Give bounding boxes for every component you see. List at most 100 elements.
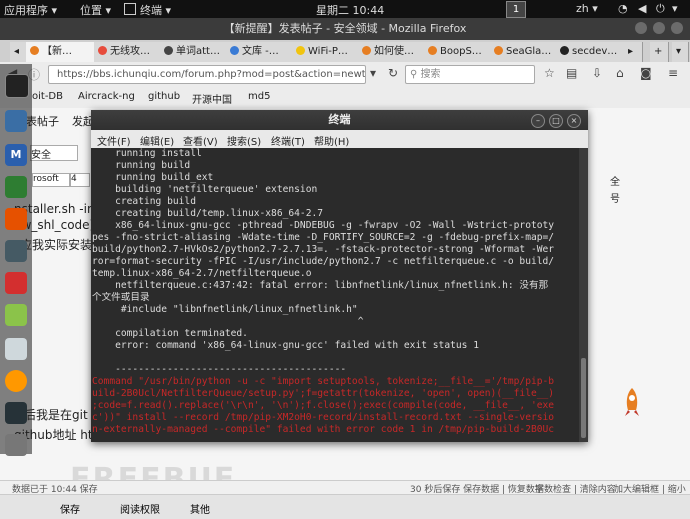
terminal-title: 终端 [91,110,588,130]
maltego-icon[interactable] [5,240,27,262]
minimize-button[interactable] [635,22,647,34]
menu-icon[interactable]: ≡ [668,66,678,80]
category-select[interactable]: 安全 [30,145,78,161]
tab-item[interactable]: SeaGla… [490,42,559,62]
right-label: 全 [610,177,620,188]
terminal-minimize-button[interactable]: – [531,114,545,128]
terminal-output[interactable]: running install running build running bu… [91,148,580,442]
bookmark-item[interactable]: oit-DB [32,91,63,102]
post-options: 保存 阅读权限 其他 [0,494,690,519]
bookmark-item[interactable]: md5 [248,91,270,102]
power-icon[interactable]: ⏻ [656,2,665,16]
armitage-icon[interactable] [5,176,27,198]
option-item[interactable]: 阅读权限 [120,501,160,516]
tab-scroll-right[interactable]: ▸ [624,42,643,62]
terminal-line: compilation terminated. [92,328,248,339]
home-icon[interactable]: ⌂ [616,66,624,80]
terminal-close-button[interactable]: × [567,114,581,128]
terminal-maximize-button[interactable]: □ [549,114,563,128]
option-item[interactable]: 保存 [60,501,80,516]
menu-search[interactable]: 搜索(S) [227,133,261,148]
reload-icon[interactable]: ↻ [388,66,398,80]
tab-item[interactable]: secdev… [556,42,627,62]
terminal-menu-bar: 文件(F) 编辑(E) 查看(V) 搜索(S) 终端(T) 帮助(H) [91,130,588,148]
terminal-line: ---------------------------------------- [92,364,347,375]
pocket-icon[interactable]: ◙ [640,66,652,80]
new-tab-button[interactable]: + [650,42,669,62]
input-method[interactable]: zh ▾ [576,2,598,15]
bookmark-item[interactable]: Aircrack-ng [78,91,135,102]
tab-item[interactable]: 【新… [26,42,97,62]
burpsuite-icon[interactable] [5,208,27,230]
github-icon [560,46,569,55]
volume-icon[interactable]: ◀ [638,2,646,15]
dropdown-chevron-icon[interactable]: ▾ [370,66,376,80]
menu-file[interactable]: 文件(F) [97,133,131,148]
terminal-window[interactable]: 终端 – □ × 文件(F) 编辑(E) 查看(V) 搜索(S) 终端(T) 帮… [91,110,588,442]
menu-view[interactable]: 查看(V) [183,133,218,148]
terminal-line: #include "libnfnetlink/linux_nfnetlink.h… [92,304,358,315]
star-icon[interactable]: ☆ [544,66,555,80]
terminal-line: temp.linux-x86_64-2.7/netfilterqueue.o [92,268,312,279]
menu-terminal[interactable]: 终端(T) [271,133,305,148]
terminal-line: running install [92,148,202,159]
terminal-line: netfilterqueue.c:437:42: fatal error: li… [92,280,549,291]
places-menu[interactable]: 位置 ▾ [80,2,111,18]
wifi-icon[interactable]: ◔ [618,2,628,15]
editor-text: 后我是在git [24,408,88,422]
editor-status-bar: 数据已于 10:44 保存 30 秒后保存 保存数据 | 恢复数据 字数检查 |… [0,480,690,495]
bookmarks-toolbar: oit-DB Aircrack-ng github 开源中国 md5 [0,86,690,109]
terminal-line: running build_ext [92,172,214,183]
maximize-button[interactable] [653,22,665,34]
pycharm-icon[interactable] [5,402,27,424]
terminal-line: running build [92,160,191,171]
site-icon [98,46,107,55]
metasploit-icon[interactable]: M [5,144,27,166]
font-size-select[interactable]: 4 [70,173,90,187]
tab-item[interactable]: 文库 -… [226,42,295,62]
right-label: 号 [610,194,620,205]
search-icon: ⚲ [410,69,421,80]
tab-item[interactable]: WiFi-P… [292,42,361,62]
tab-list-chevron-icon[interactable]: ▾ [672,42,689,62]
terminal-scrollbar[interactable] [579,148,588,442]
terminal-line: x86_64-linux-gnu-gcc -pthread -DNDEBUG -… [92,220,555,231]
tab-strip: ◂ 【新… 无线攻… 单词att… 文库 -… WiFi-P… 如何使… Boo… [0,40,690,63]
firefox-icon[interactable] [5,370,27,392]
notes-icon[interactable] [5,304,27,326]
files-icon[interactable] [5,110,27,132]
tab-item[interactable]: BoopS… [424,42,493,62]
url-bar[interactable]: https://bbs.ichunqiu.com/forum.php?mod=p… [48,65,366,84]
rocket-icon[interactable] [622,388,642,418]
download-icon[interactable]: ⇩ [592,66,602,80]
terminal-line: n-externally-managed --compile" failed w… [92,424,555,435]
terminal-line: Command "/usr/bin/python -u -c "import s… [92,376,555,387]
workspace-indicator[interactable]: 1 [506,1,526,18]
tab-item[interactable]: 如何使… [358,42,427,62]
clock[interactable]: 星期二 10:44 [316,2,384,18]
reading-list-icon[interactable]: ▤ [566,66,577,80]
menu-edit[interactable]: 编辑(E) [140,133,174,148]
terminal-icon[interactable] [5,74,29,98]
tab-item[interactable]: 无线攻… [94,42,163,62]
window-title: 【新提醒】发表帖子 - 安全领域 - Mozilla Firefox [223,22,467,35]
applications-menu[interactable]: 应用程序 ▾ [4,2,57,18]
close-button[interactable] [671,22,683,34]
font-select[interactable]: rosoft [32,173,70,187]
show-apps-icon[interactable] [5,434,27,456]
menu-help[interactable]: 帮助(H) [314,133,349,148]
search-input[interactable]: ⚲ 搜索 [405,65,535,84]
terminal-line: uild-2B0Ucl/NetfilterQueue/setup.py';f=g… [92,388,555,399]
bookmark-item[interactable]: 开源中国 [192,91,232,106]
tab-item[interactable]: 单词att… [160,42,229,62]
site-icon [494,46,503,55]
app-icon[interactable] [5,272,27,294]
scrollbar-thumb[interactable] [581,358,586,438]
screenshot-icon[interactable] [5,338,27,360]
site-icon [296,46,305,55]
terminal-app-menu[interactable]: 终端 ▾ [140,2,171,18]
system-menu-chevron-icon[interactable]: ▾ [672,2,678,15]
terminal-line: c'))" install --record /tmp/pip-XM2oH0-r… [92,412,555,423]
bookmark-item[interactable]: github [148,91,180,102]
option-item[interactable]: 其他 [190,501,210,516]
